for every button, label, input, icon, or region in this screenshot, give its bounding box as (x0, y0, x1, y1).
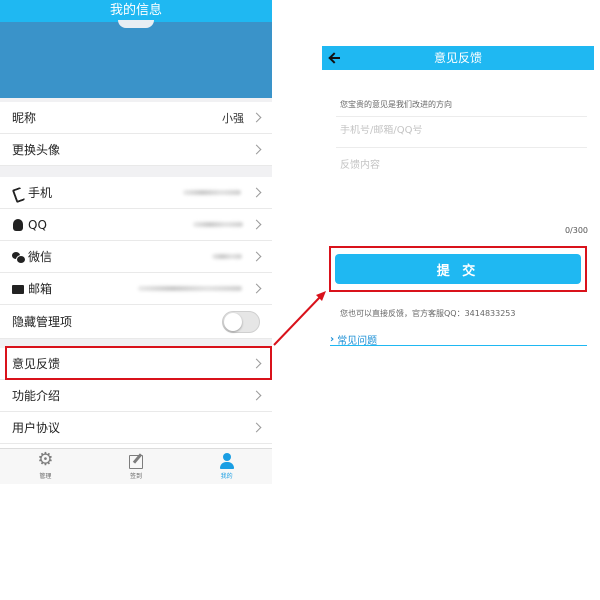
qq-label: QQ (28, 217, 47, 232)
hide-management-toggle[interactable] (222, 310, 260, 333)
redacted-phone (183, 190, 241, 195)
contact-input[interactable] (340, 125, 580, 136)
avatar[interactable] (118, 20, 154, 28)
chevron-right-icon (251, 251, 262, 262)
divider (336, 116, 587, 117)
profile-screen: 我的信息 昵称 小强 更换头像 手机 QQ 微信 邮箱 隐藏管理项 意见反馈 功… (0, 0, 272, 490)
tab-mine[interactable]: 我的 (181, 449, 272, 484)
chevron-right-icon (251, 219, 262, 230)
feedback-header: 意见反馈 (322, 46, 594, 70)
qq-icon (12, 218, 24, 231)
faq-underline (330, 345, 587, 346)
mail-icon (12, 283, 24, 295)
edit-icon (128, 453, 144, 469)
profile-banner (0, 20, 272, 98)
char-counter: 0/300 (564, 226, 588, 235)
redacted-qq (193, 222, 243, 227)
feedback-title: 意见反馈 (433, 51, 482, 65)
tab-mine-label: 我的 (220, 473, 233, 480)
feedback-highlight-box (5, 346, 272, 380)
email-label: 邮箱 (28, 282, 53, 296)
customer-service-text: 您也可以直接反馈，官方客服QQ：3414833253 (340, 309, 516, 318)
chevron-right-icon (251, 112, 262, 123)
chevron-right-icon (251, 390, 262, 401)
chevron-right-icon (251, 187, 262, 198)
submit-button[interactable]: 提 交 (335, 254, 581, 284)
nickname-value: 小强 (222, 111, 244, 125)
wechat-label: 微信 (28, 250, 53, 264)
chevron-right-icon (251, 422, 262, 433)
hide-management-label: 隐藏管理项 (12, 315, 73, 329)
divider (336, 147, 587, 148)
profile-title: 我的信息 (0, 0, 272, 22)
redacted-email (138, 286, 242, 291)
chevron-right-icon: › (330, 334, 335, 345)
submit-highlight-box: 提 交 (329, 246, 587, 292)
gear-icon (37, 449, 53, 470)
features-row[interactable]: 功能介绍 (0, 380, 272, 412)
section-divider (0, 166, 272, 177)
hide-management-row: 隐藏管理项 (0, 305, 272, 339)
chevron-right-icon (251, 283, 262, 294)
tab-manage[interactable]: 管理 (0, 449, 91, 484)
tab-manage-label: 管理 (39, 473, 52, 480)
phone-icon (12, 187, 24, 199)
feedback-content-input[interactable] (340, 156, 580, 222)
phone-row[interactable]: 手机 (0, 177, 272, 209)
email-row[interactable]: 邮箱 (0, 273, 272, 305)
change-avatar-label: 更换头像 (12, 143, 61, 157)
back-arrow-icon[interactable] (328, 51, 342, 65)
wechat-row[interactable]: 微信 (0, 241, 272, 273)
bottom-tab-bar: 管理 签到 我的 (0, 448, 272, 484)
chevron-right-icon (251, 144, 262, 155)
toggle-knob (224, 312, 242, 331)
feedback-screen: 意见反馈 您宝贵的意见是我们改进的方向 0/300 提 交 您也可以直接反馈，官… (322, 46, 594, 376)
feedback-hint: 您宝贵的意见是我们改进的方向 (340, 100, 452, 109)
phone-label: 手机 (28, 186, 53, 200)
nickname-row[interactable]: 昵称 小强 (0, 102, 272, 134)
tab-checkin[interactable]: 签到 (91, 449, 182, 484)
change-avatar-row[interactable]: 更换头像 (0, 134, 272, 166)
user-agreement-label: 用户协议 (12, 421, 61, 435)
pointer-arrow-icon (273, 291, 326, 346)
nickname-label: 昵称 (12, 111, 37, 125)
qq-row[interactable]: QQ (0, 209, 272, 241)
user-agreement-row[interactable]: 用户协议 (0, 412, 272, 444)
features-label: 功能介绍 (12, 389, 61, 403)
redacted-wechat (212, 254, 242, 259)
tab-checkin-label: 签到 (130, 473, 143, 480)
user-icon (219, 453, 235, 469)
wechat-icon (12, 251, 26, 264)
